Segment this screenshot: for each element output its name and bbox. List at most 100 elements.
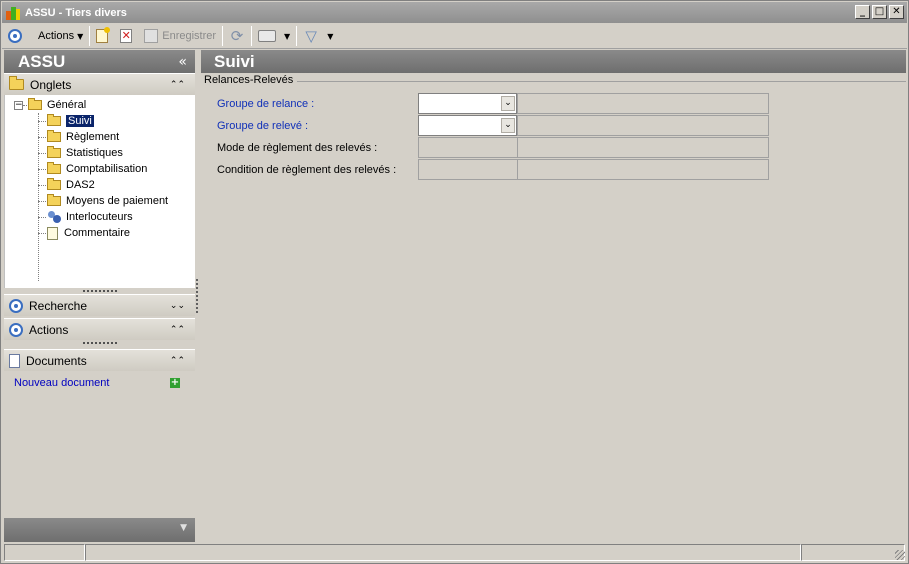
tree-root-general[interactable]: Général bbox=[28, 97, 86, 113]
caret-down-icon: ▼ bbox=[327, 31, 334, 41]
field-groupe-de-relance: Groupe de relance : ⌄ bbox=[217, 93, 787, 114]
app-menu-button[interactable] bbox=[5, 25, 25, 47]
dropdown-chevron-icon[interactable]: ⌄ bbox=[501, 118, 515, 133]
groupe-de-releve-select[interactable]: ⌄ bbox=[418, 115, 517, 136]
tree-item-label: Moyens de paiement bbox=[66, 195, 169, 207]
status-bar bbox=[4, 544, 907, 562]
onglets-panel-header[interactable]: Onglets ⌃⌃ bbox=[4, 73, 195, 95]
refresh-button[interactable]: ⟳ bbox=[226, 25, 248, 47]
note-icon bbox=[47, 226, 58, 240]
tree-expander[interactable]: − bbox=[14, 101, 23, 110]
sidebar: ASSU « Onglets ⌃⌃ − Général Suivi Règlem… bbox=[4, 50, 195, 543]
actions-menu-label: Actions bbox=[38, 30, 75, 42]
main-panel: Suivi Relances-Relevés Groupe de relance… bbox=[201, 50, 906, 543]
mode-de-reglement-label: Mode de règlement des relevés : bbox=[217, 141, 378, 154]
groupe-de-releve-label[interactable]: Groupe de relevé : bbox=[217, 120, 418, 132]
sidebar-footer[interactable]: ▼ bbox=[4, 518, 195, 542]
new-button[interactable] bbox=[93, 25, 111, 47]
close-button[interactable]: ✕ bbox=[889, 5, 904, 19]
target-icon bbox=[9, 298, 23, 313]
tabs-tree: − Général Suivi Règlement Statistiques C… bbox=[4, 95, 195, 288]
groupe-de-releve-description bbox=[517, 115, 769, 136]
folder-icon bbox=[47, 194, 61, 206]
tree-item-label: Règlement bbox=[66, 131, 120, 143]
folder-icon bbox=[9, 76, 24, 90]
target-icon bbox=[8, 29, 22, 43]
tree-item-label: DAS2 bbox=[66, 179, 95, 191]
mode-de-reglement-code bbox=[418, 137, 518, 158]
folder-icon bbox=[47, 130, 61, 142]
filter-icon: ▽ bbox=[305, 27, 317, 45]
condition-de-reglement-description bbox=[517, 159, 769, 180]
new-document-row: Nouveau document + bbox=[4, 371, 195, 391]
sidebar-splitter[interactable] bbox=[196, 279, 198, 313]
maximize-button[interactable]: □ bbox=[872, 5, 887, 19]
groupe-de-relance-select[interactable]: ⌄ bbox=[418, 93, 517, 114]
collapse-sidebar-icon[interactable]: « bbox=[178, 54, 187, 70]
chevron-up-icon[interactable]: ⌃⌃ bbox=[170, 80, 185, 90]
tree-item-reglement[interactable]: Règlement bbox=[47, 129, 119, 145]
actions-menu-button[interactable]: Actions ▼ bbox=[31, 25, 86, 47]
tree-item-commentaire[interactable]: Commentaire bbox=[47, 225, 130, 241]
chevron-up-icon[interactable]: ⌃⌃ bbox=[170, 325, 185, 335]
tree-item-moyens-de-paiement[interactable]: Moyens de paiement bbox=[47, 193, 168, 209]
folder-open-icon bbox=[47, 114, 61, 126]
folder-icon bbox=[28, 98, 42, 110]
mode-de-reglement-description bbox=[517, 137, 769, 158]
onglets-panel-label: Onglets bbox=[30, 77, 72, 92]
folder-icon bbox=[47, 146, 61, 158]
field-groupe-de-releve: Groupe de relevé : ⌄ bbox=[217, 115, 787, 136]
target-icon bbox=[9, 322, 23, 337]
tree-item-label: Comptabilisation bbox=[66, 163, 148, 175]
sidebar-title: ASSU bbox=[18, 51, 66, 71]
caret-down-icon[interactable]: ▼ bbox=[180, 523, 187, 533]
panel-resize-grip[interactable] bbox=[4, 340, 195, 346]
field-mode-de-reglement: Mode de règlement des relevés : bbox=[217, 137, 787, 158]
add-document-icon[interactable]: + bbox=[170, 378, 180, 388]
folder-icon bbox=[47, 162, 61, 174]
tree-item-suivi[interactable]: Suivi bbox=[47, 113, 94, 129]
print-button[interactable]: ▼ bbox=[255, 25, 293, 47]
tree-item-comptabilisation[interactable]: Comptabilisation bbox=[47, 161, 147, 177]
actions-panel-label: Actions bbox=[29, 322, 69, 337]
groupe-de-relance-description bbox=[517, 93, 769, 114]
delete-icon: ✕ bbox=[120, 29, 133, 43]
chevron-down-icon[interactable]: ⌄⌄ bbox=[170, 301, 185, 311]
dropdown-chevron-icon[interactable]: ⌄ bbox=[501, 96, 515, 111]
documents-panel-label: Documents bbox=[26, 353, 87, 368]
new-document-link[interactable]: Nouveau document bbox=[14, 377, 109, 389]
field-condition-de-reglement: Condition de règlement des relevés : bbox=[217, 159, 787, 180]
resize-grip-icon[interactable] bbox=[895, 550, 905, 560]
status-cell-1 bbox=[4, 544, 85, 561]
minimize-button[interactable]: _ bbox=[855, 5, 870, 19]
toolbar-separator bbox=[296, 26, 298, 46]
status-cell-2 bbox=[85, 544, 801, 561]
tree-item-das2[interactable]: DAS2 bbox=[47, 177, 95, 193]
window-title: ASSU - Tiers divers bbox=[25, 6, 127, 19]
title-bar[interactable]: ASSU - Tiers divers _ □ ✕ bbox=[2, 2, 907, 23]
recherche-panel-header[interactable]: Recherche ⌄⌄ bbox=[4, 294, 195, 316]
filter-button[interactable]: ▽ ▼ bbox=[300, 25, 336, 47]
app-window: ASSU - Tiers divers _ □ ✕ Actions ▼ ✕ En… bbox=[0, 0, 909, 564]
folder-icon bbox=[47, 178, 61, 190]
tree-item-label: Interlocuteurs bbox=[66, 211, 133, 223]
refresh-icon: ⟳ bbox=[230, 27, 244, 45]
people-icon bbox=[47, 210, 61, 224]
save-button[interactable]: Enregistrer bbox=[141, 25, 219, 47]
tree-item-statistiques[interactable]: Statistiques bbox=[47, 145, 123, 161]
new-document-icon bbox=[96, 27, 111, 43]
save-label: Enregistrer bbox=[162, 30, 217, 42]
tree-root-label: Général bbox=[47, 99, 87, 111]
toolbar-separator bbox=[222, 26, 224, 46]
groupe-de-relance-label[interactable]: Groupe de relance : bbox=[217, 98, 418, 110]
actions-panel-header[interactable]: Actions ⌃⌃ bbox=[4, 318, 195, 340]
groupbox-relances-releves: Relances-Relevés bbox=[201, 74, 906, 88]
delete-button[interactable]: ✕ bbox=[117, 25, 135, 47]
chevron-up-icon[interactable]: ⌃⌃ bbox=[170, 356, 185, 366]
condition-de-reglement-code bbox=[418, 159, 518, 180]
page-title: Suivi bbox=[201, 50, 906, 73]
recherche-panel-label: Recherche bbox=[29, 298, 88, 313]
documents-panel-header[interactable]: Documents ⌃⌃ bbox=[4, 349, 195, 371]
toolbar: Actions ▼ ✕ Enregistrer ⟳ ▼ ▽ ▼ bbox=[2, 24, 907, 49]
tree-item-interlocuteurs[interactable]: Interlocuteurs bbox=[47, 209, 133, 225]
